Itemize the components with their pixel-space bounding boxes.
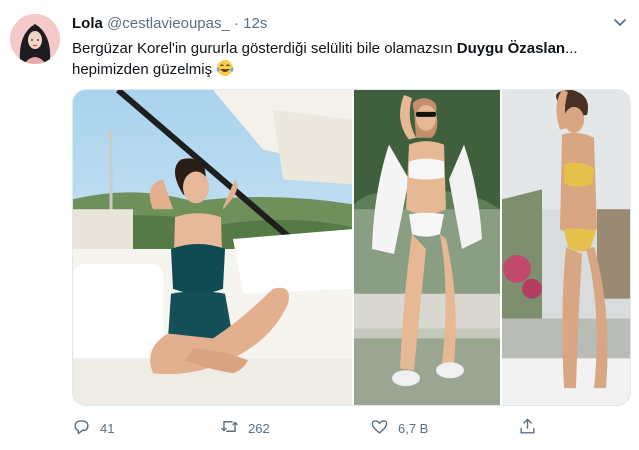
chevron-down-icon[interactable] [612,14,628,30]
like-button[interactable]: 6,7 B [370,414,428,442]
timestamp[interactable]: 12s [243,15,267,32]
tweet: Lola @cestlavieoupas_ · 12s Bergüzar Kor… [0,0,639,450]
avatar[interactable] [10,14,60,64]
retweet-button[interactable]: 262 [220,414,270,442]
author-name[interactable]: Lola [72,15,103,32]
reply-button[interactable]: 41 [72,414,114,442]
author-handle[interactable]: @cestlavieoupas_ [107,15,230,32]
tweet-actions: 41 262 6,7 B [72,414,632,442]
media-photo-2[interactable] [354,90,500,405]
face-with-tears-of-joy-icon [216,59,234,77]
retweet-count: 262 [248,420,270,436]
media-photo-1[interactable] [73,90,352,405]
share-icon [518,417,537,439]
tweet-text-bold: Duygu Özaslan [456,40,566,57]
tweet-header: Lola @cestlavieoupas_ · 12s [72,14,267,34]
like-icon [370,417,389,439]
separator-dot: · [234,15,239,32]
like-count: 6,7 B [398,420,429,436]
tweet-media[interactable] [72,89,631,406]
reply-count: 41 [100,420,115,436]
share-button[interactable] [518,414,537,442]
tweet-text-part1: Bergüzar Korel'in gururla gösterdiği sel… [72,40,457,57]
reply-icon [72,417,91,439]
media-photo-3[interactable] [502,90,630,405]
retweet-icon [220,417,239,439]
tweet-text: Bergüzar Korel'in gururla gösterdiği sel… [72,38,627,80]
